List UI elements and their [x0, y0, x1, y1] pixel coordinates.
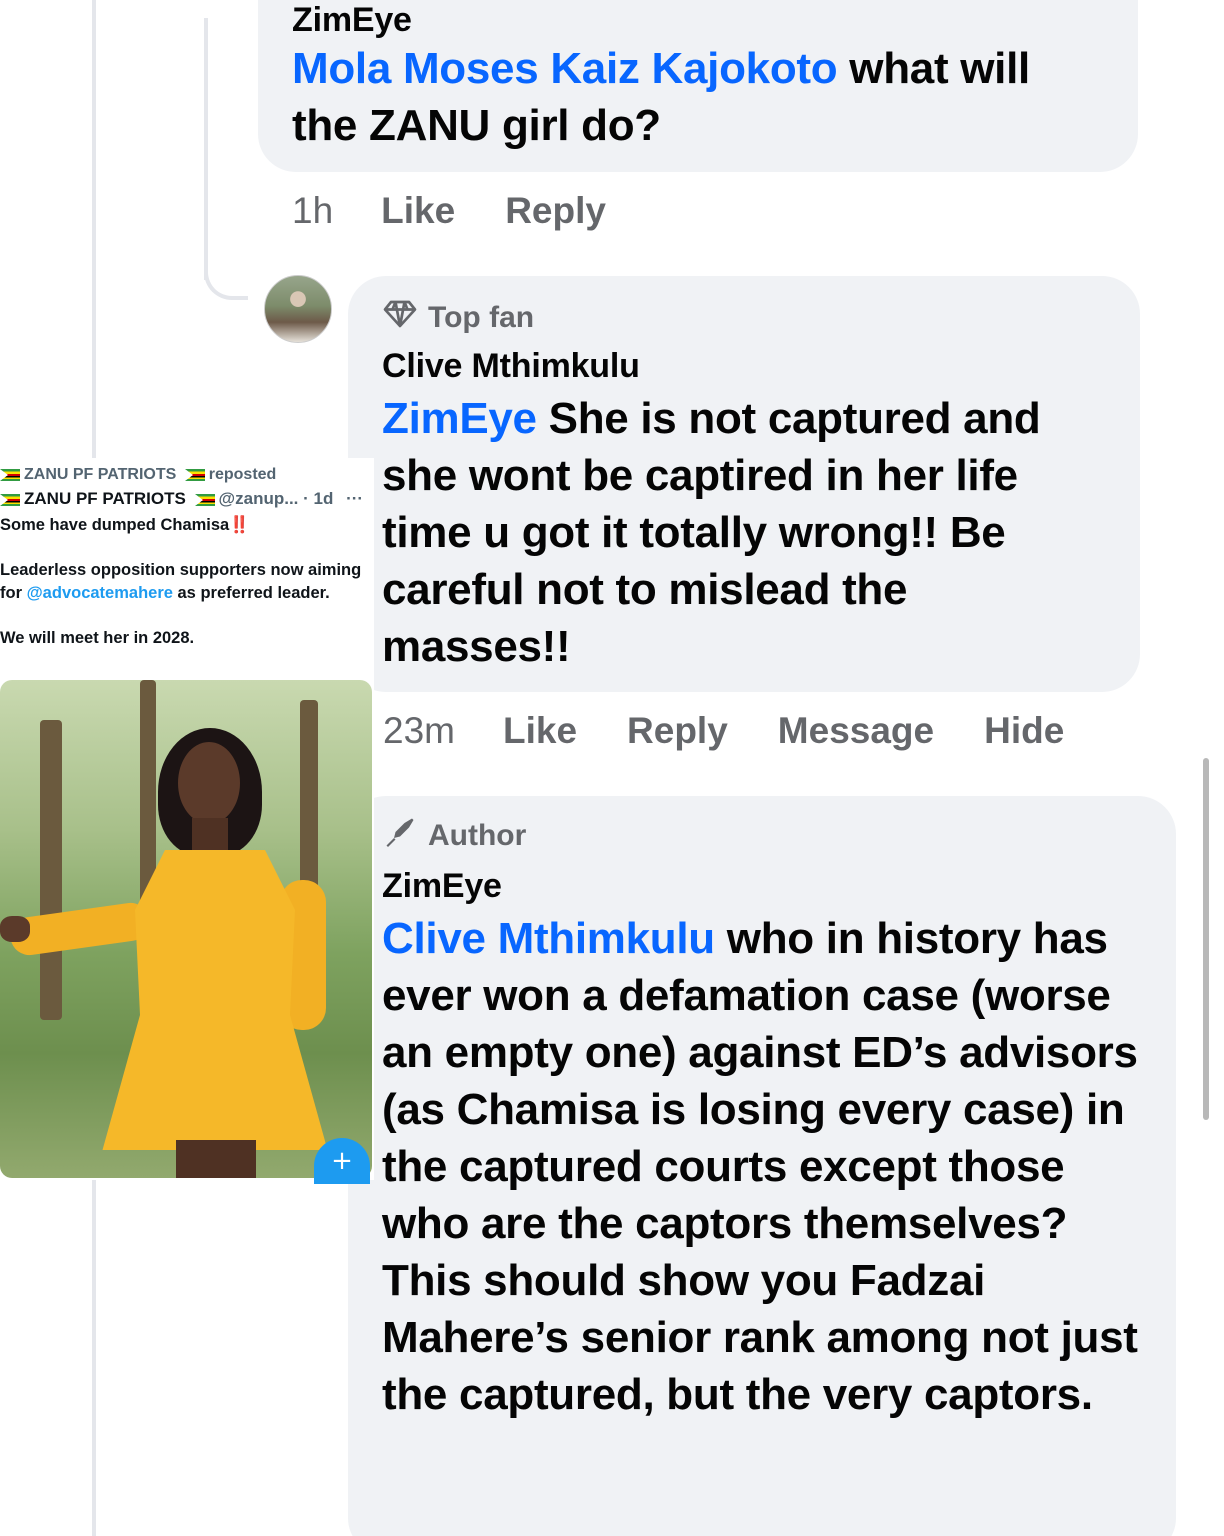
- scrollbar[interactable]: [1203, 758, 1209, 1120]
- thread-line-reply: [204, 18, 208, 280]
- reply-button[interactable]: Reply: [505, 190, 606, 232]
- like-button[interactable]: Like: [381, 190, 455, 232]
- comment-text: ZimEye She is not captured and she wont …: [382, 390, 1106, 675]
- comment-body: who in history has ever won a defamation…: [382, 914, 1138, 1419]
- mention-link[interactable]: Mola Moses Kaiz Kajokoto: [292, 44, 838, 93]
- tweet-photo: [0, 680, 372, 1178]
- more-icon: ···: [346, 489, 364, 508]
- comment-author[interactable]: ZimEye: [382, 866, 1142, 906]
- badge-label: Top fan: [428, 301, 535, 334]
- top-fan-badge: Top fan: [382, 298, 1106, 338]
- zimbabwe-flag-icon: [184, 468, 205, 481]
- comment-timestamp[interactable]: 23m: [383, 710, 455, 752]
- comment-author[interactable]: ZimEye: [292, 0, 1104, 40]
- badge-label: Author: [428, 819, 527, 852]
- author-badge: Author: [382, 816, 1142, 856]
- mention-link[interactable]: ZimEye: [382, 394, 537, 443]
- pen-icon: [382, 814, 418, 859]
- comment-timestamp[interactable]: 1h: [292, 190, 333, 232]
- avatar[interactable]: [264, 275, 332, 343]
- zimbabwe-flag-icon: [0, 493, 20, 506]
- diamond-icon: [382, 296, 418, 341]
- comment-text: Mola Moses Kaiz Kajokoto what will the Z…: [292, 40, 1104, 154]
- account-name: ZANU PF PATRIOTS: [24, 489, 186, 508]
- comment-actions: 23m Like Reply Message Hide: [383, 710, 1064, 752]
- zimbabwe-flag-icon: [194, 493, 215, 506]
- comment-actions: 1h Like Reply: [292, 190, 656, 232]
- repost-line: ZANU PF PATRIOTS reposted: [0, 466, 276, 484]
- message-button[interactable]: Message: [778, 710, 934, 752]
- tweet-body: Some have dumped Chamisa‼️ Leaderless op…: [0, 516, 362, 647]
- mention-link: @advocatemahere: [26, 584, 173, 602]
- comment-bubble-zimeye-1: ZimEye Mola Moses Kaiz Kajokoto what wil…: [258, 0, 1138, 172]
- zimbabwe-flag-icon: [0, 468, 20, 481]
- comment-bubble-zimeye-2: Author ZimEye Clive Mthimkulu who in his…: [348, 796, 1176, 1536]
- reply-button[interactable]: Reply: [627, 710, 728, 752]
- hide-button[interactable]: Hide: [984, 710, 1064, 752]
- embedded-tweet-screenshot[interactable]: ZANU PF PATRIOTS reposted ZANU PF PATRIO…: [0, 458, 374, 1180]
- tweet-header: ZANU PF PATRIOTS @zanup... · 1d ···: [0, 489, 363, 509]
- comment-text: Clive Mthimkulu who in history has ever …: [382, 910, 1142, 1423]
- mention-link[interactable]: Clive Mthimkulu: [382, 914, 715, 963]
- account-handle: @zanup... · 1d: [218, 489, 334, 508]
- comment-author[interactable]: Clive Mthimkulu: [382, 346, 1106, 386]
- like-button[interactable]: Like: [503, 710, 577, 752]
- comment-bubble-clive: Top fan Clive Mthimkulu ZimEye She is no…: [348, 276, 1140, 692]
- thread-connector: [204, 250, 248, 300]
